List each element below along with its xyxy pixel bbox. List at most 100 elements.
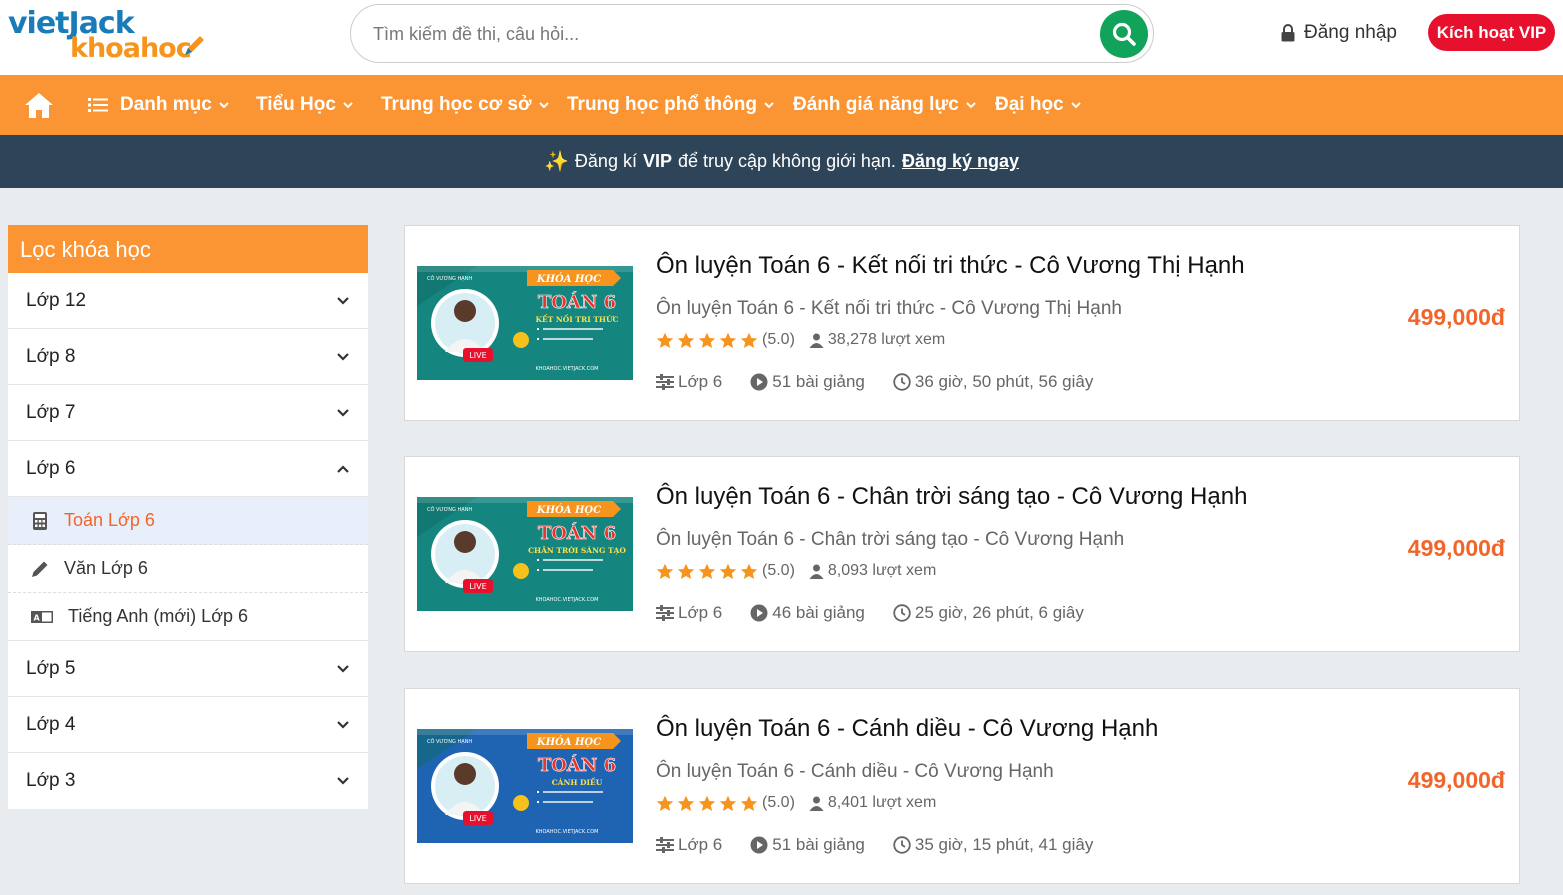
subject-label: Toán Lớp 6 <box>64 510 155 530</box>
course-meta: Lớp 6 51 bài giảng 36 giờ, 50 phút, 56 g… <box>656 372 1121 392</box>
grade-text: Lớp 6 <box>678 603 723 622</box>
views-count: 38,278 lượt xem <box>827 331 946 348</box>
chevron-down-icon <box>219 102 229 109</box>
views-count: 8,093 lượt xem <box>827 562 937 579</box>
login-link[interactable]: Đăng nhập <box>1280 20 1397 46</box>
nav-item-categories[interactable]: Danh mục <box>88 75 229 135</box>
chevron-down-icon <box>966 102 976 109</box>
thumb-badge-label: KHÓA HỌC <box>536 273 601 285</box>
course-subtitle: Ôn luyện Toán 6 - Chân trời sáng tạo - C… <box>656 529 1125 550</box>
course-meta: Lớp 6 46 bài giảng 25 giờ, 26 phút, 6 gi… <box>656 603 1112 623</box>
sidebar-grade-7[interactable]: Lớp 7 <box>8 385 368 441</box>
nav-label: Đánh giá năng lực <box>793 94 959 115</box>
star-icon <box>719 563 737 579</box>
thumb-teacher-label: CÔ VƯƠNG HẠNH <box>427 738 472 745</box>
sidebar-grade-4[interactable]: Lớp 4 <box>8 697 368 753</box>
search-bar <box>350 4 1154 63</box>
banner-vip: VIP <box>642 151 672 171</box>
sidebar-subject-english-6[interactable]: A Tiếng Anh (mới) Lớp 6 <box>8 593 368 641</box>
course-duration: 36 giờ, 50 phút, 56 giây <box>893 372 1093 392</box>
subject-label: Văn Lớp 6 <box>64 558 148 578</box>
nav-item-aptitude[interactable]: Đánh giá năng lực <box>793 75 976 135</box>
calculator-icon <box>33 511 47 530</box>
star-icon <box>677 563 695 579</box>
register-now-link[interactable]: Đăng ký ngay <box>902 151 1019 172</box>
thumb-series-label: KẾT NỐI TRI THỨC <box>535 314 618 324</box>
course-card[interactable]: LIVE CÔ VƯƠNG HẠNH KHÓA HỌC TOÁN 6 CÁNH … <box>404 688 1520 884</box>
course-price: 499,000đ <box>1407 535 1505 561</box>
course-title[interactable]: Ôn luyện Toán 6 - Kết nối tri thức - Cô … <box>656 252 1245 280</box>
activate-vip-button[interactable]: Kích hoạt VIP <box>1428 14 1555 51</box>
nav-label: Trung học phổ thông <box>567 94 757 115</box>
star-icon <box>698 563 716 579</box>
course-duration: 35 giờ, 15 phút, 41 giây <box>893 835 1093 855</box>
site-logo[interactable]: vietJack khoahoc <box>8 6 208 66</box>
sidebar-grade-6[interactable]: Lớp 6 <box>8 441 368 497</box>
sidebar-grade-12[interactable]: Lớp 12 <box>8 273 368 329</box>
lessons-text: 51 bài giảng <box>772 372 865 391</box>
course-thumbnail[interactable]: LIVE CÔ VƯƠNG HẠNH KHÓA HỌC TOÁN 6 CHÂN … <box>417 497 633 611</box>
course-lessons: 51 bài giảng <box>750 372 865 392</box>
sidebar-grade-3[interactable]: Lớp 3 <box>8 753 368 809</box>
duration-text: 35 giờ, 15 phút, 41 giây <box>914 835 1094 854</box>
search-button[interactable] <box>1100 10 1148 58</box>
thumb-live-label: LIVE <box>469 814 486 823</box>
thumb-site-label: KHOAHOC.VIETJACK.COM <box>535 366 598 372</box>
course-duration: 25 giờ, 26 phút, 6 giây <box>893 603 1084 623</box>
main-nav: Danh mục Tiểu Học Trung học cơ sở Trung … <box>0 75 1563 135</box>
course-card[interactable]: LIVE CÔ VƯƠNG HẠNH KHÓA HỌC TOÁN 6 KẾT N… <box>404 225 1520 421</box>
course-card[interactable]: LIVE CÔ VƯƠNG HẠNH KHÓA HỌC TOÁN 6 CHÂN … <box>404 456 1520 652</box>
chevron-down-icon <box>538 102 549 109</box>
nav-item-university[interactable]: Đại học <box>995 75 1081 135</box>
course-views: 8,401 lượt xem <box>809 794 936 812</box>
course-subtitle: Ôn luyện Toán 6 - Cánh diều - Cô Vương H… <box>656 761 1054 782</box>
clock-icon <box>893 373 911 391</box>
nav-item-primary[interactable]: Tiểu Học <box>256 75 353 135</box>
list-icon <box>88 98 108 112</box>
course-rating: (5.0) 38,278 lượt xem <box>656 331 945 349</box>
course-thumbnail[interactable]: LIVE CÔ VƯƠNG HẠNH KHÓA HỌC TOÁN 6 CÁNH … <box>417 729 633 843</box>
clock-icon <box>893 604 911 622</box>
nav-item-secondary[interactable]: Trung học cơ sở <box>381 75 549 135</box>
star-icon <box>656 563 674 579</box>
lessons-text: 46 bài giảng <box>772 603 865 622</box>
sidebar-grade-5[interactable]: Lớp 5 <box>8 641 368 697</box>
search-input[interactable] <box>373 17 1073 51</box>
grade-label: Lớp 7 <box>26 401 76 423</box>
star-icon <box>740 563 758 579</box>
course-title[interactable]: Ôn luyện Toán 6 - Chân trời sáng tạo - C… <box>656 483 1247 511</box>
play-circle-icon <box>750 836 768 854</box>
chevron-up-icon <box>337 464 349 473</box>
vip-banner: ✨ Đăng kí VIP để truy cập không giới hạn… <box>0 135 1563 188</box>
logo-line2: khoahoc <box>70 33 192 64</box>
sidebar-grade-8[interactable]: Lớp 8 <box>8 329 368 385</box>
banner-middle: để truy cập không giới hạn. <box>677 151 896 171</box>
lock-icon <box>1281 24 1295 42</box>
rating-value: (5.0) <box>762 794 795 811</box>
nav-label: Đại học <box>995 94 1064 115</box>
course-subtitle: Ôn luyện Toán 6 - Kết nối tri thức - Cô … <box>656 298 1122 319</box>
grade-label: Lớp 4 <box>26 713 76 735</box>
duration-text: 25 giờ, 26 phút, 6 giây <box>914 603 1084 622</box>
course-title[interactable]: Ôn luyện Toán 6 - Cánh diều - Cô Vương H… <box>656 715 1158 743</box>
chevron-down-icon <box>337 777 349 785</box>
login-label: Đăng nhập <box>1304 22 1397 43</box>
nav-item-high-school[interactable]: Trung học phổ thông <box>567 75 774 135</box>
course-lessons: 51 bài giảng <box>750 835 865 855</box>
chevron-down-icon <box>337 408 349 417</box>
chevron-down-icon <box>1070 102 1081 109</box>
thumb-teacher-label: CÔ VƯƠNG HẠNH <box>427 275 472 282</box>
thumb-live-label: LIVE <box>469 582 486 591</box>
course-grade: Lớp 6 <box>656 372 722 392</box>
course-thumbnail[interactable]: LIVE CÔ VƯƠNG HẠNH KHÓA HỌC TOÁN 6 KẾT N… <box>417 266 633 380</box>
star-icon <box>698 332 716 348</box>
banner-prefix: Đăng kí <box>574 151 637 171</box>
thumb-subject-label: TOÁN 6 <box>538 753 616 776</box>
lessons-text: 51 bài giảng <box>772 835 865 854</box>
sidebar-subject-literature-6[interactable]: Văn Lớp 6 <box>8 545 368 593</box>
grade-label: Lớp 8 <box>26 345 76 367</box>
pencil-icon <box>32 561 48 577</box>
thumb-badge-label: KHÓA HỌC <box>536 504 601 516</box>
home-icon[interactable] <box>24 91 54 119</box>
sidebar-subject-math-6[interactable]: Toán Lớp 6 <box>8 497 368 545</box>
